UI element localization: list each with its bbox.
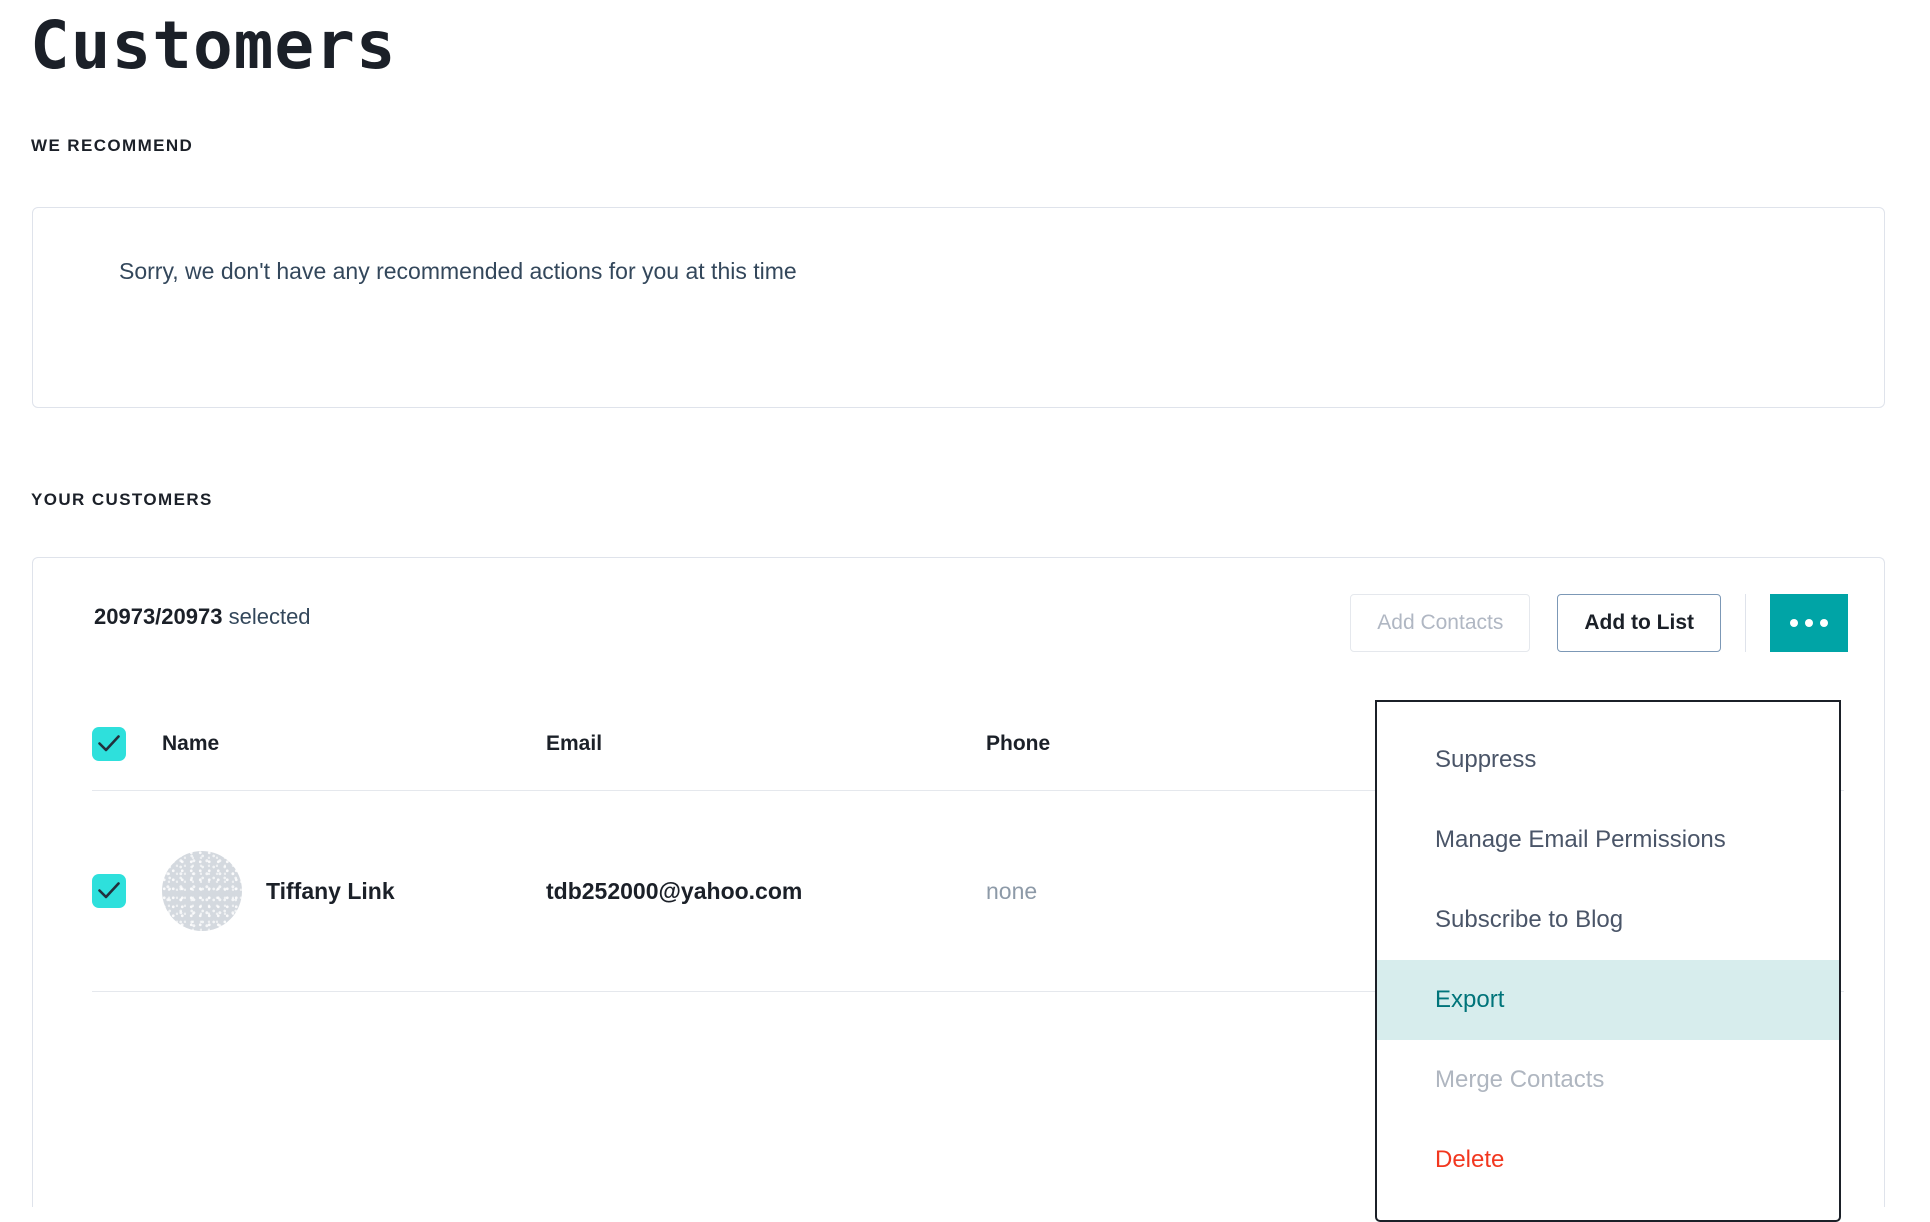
menu-item-merge-contacts[interactable]: Merge Contacts <box>1377 1040 1839 1120</box>
toolbar-actions: Add Contacts Add to List <box>1350 594 1848 652</box>
section-label-your-customers: YOUR CUSTOMERS <box>31 490 213 510</box>
column-header-phone-cell: Phone <box>986 732 1286 756</box>
column-header-email-cell: Email <box>546 732 986 756</box>
menu-item-manage-email-permissions[interactable]: Manage Email Permissions <box>1377 800 1839 880</box>
selected-count-word: selected <box>229 604 311 629</box>
more-actions-button[interactable] <box>1770 594 1848 652</box>
column-header-name: Name <box>162 732 219 756</box>
column-header-email: Email <box>546 732 602 755</box>
column-header-phone: Phone <box>986 732 1050 755</box>
menu-item-export[interactable]: Export <box>1377 960 1839 1040</box>
contact-phone: none <box>986 878 1037 904</box>
column-header-name-cell: Name <box>126 732 546 756</box>
more-actions-menu: Suppress Manage Email Permissions Subscr… <box>1375 700 1841 1222</box>
checkmark-icon <box>98 882 120 900</box>
contact-name[interactable]: Tiffany Link <box>266 878 395 905</box>
selected-count-value: 20973/20973 <box>94 604 222 629</box>
page-title: Customers <box>30 10 397 83</box>
cell-email: tdb252000@yahoo.com <box>546 878 986 905</box>
contact-email[interactable]: tdb252000@yahoo.com <box>546 878 802 904</box>
selected-count: 20973/20973 selected <box>94 604 311 630</box>
cell-name: Tiffany Link <box>126 851 546 931</box>
avatar <box>162 851 242 931</box>
checkmark-icon <box>98 735 120 753</box>
add-contacts-button[interactable]: Add Contacts <box>1350 594 1530 652</box>
row-select-checkbox[interactable] <box>92 874 126 908</box>
menu-item-subscribe-to-blog[interactable]: Subscribe to Blog <box>1377 880 1839 960</box>
select-all-checkbox[interactable] <box>92 727 126 761</box>
recommendations-card: Sorry, we don't have any recommended act… <box>32 207 1885 408</box>
ellipsis-icon <box>1790 619 1828 627</box>
menu-item-suppress[interactable]: Suppress <box>1377 720 1839 800</box>
add-to-list-button[interactable]: Add to List <box>1557 594 1721 652</box>
customers-toolbar: 20973/20973 selected Add Contacts Add to… <box>33 558 1884 688</box>
toolbar-divider <box>1745 594 1746 652</box>
cell-phone: none <box>986 878 1286 905</box>
section-label-we-recommend: WE RECOMMEND <box>31 136 193 156</box>
menu-item-delete[interactable]: Delete <box>1377 1120 1839 1200</box>
recommendations-empty-message: Sorry, we don't have any recommended act… <box>119 258 797 285</box>
